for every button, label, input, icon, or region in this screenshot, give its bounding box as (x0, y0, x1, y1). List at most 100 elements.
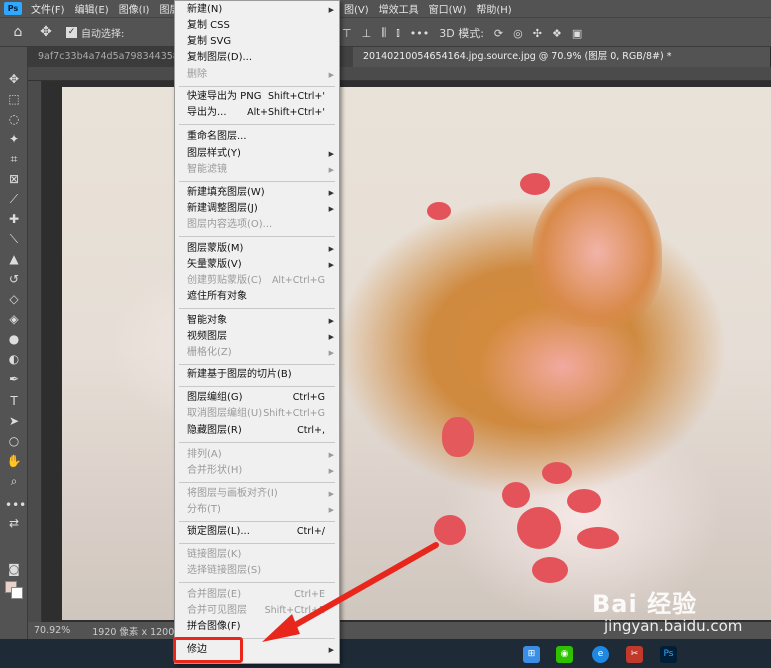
menu-item-select-linked-layers[interactable]: 选择链接图层(S) (175, 563, 339, 579)
menu-item-quick-export-png[interactable]: 快速导出为 PNG Shift+Ctrl+' (175, 89, 339, 105)
menu-plugins[interactable]: 增效工具 (374, 1, 424, 16)
menu-view[interactable]: 图(V) (339, 1, 374, 16)
paw-pad (434, 515, 466, 545)
menu-image[interactable]: 图像(I) (114, 1, 155, 16)
wechat-icon[interactable]: ◉ (556, 646, 573, 663)
watermark-domain: jingyan.baidu.com (604, 617, 743, 635)
align-top-icon[interactable]: ⊤ (342, 27, 352, 40)
menu-window[interactable]: 窗口(W) (424, 1, 472, 16)
kitten-ear (532, 177, 662, 327)
menu-item-layer-style[interactable]: 图层样式(Y) ▶ (175, 146, 339, 162)
3d-orbit-icon[interactable]: ⟳ (494, 27, 503, 40)
canvas-area[interactable] (42, 81, 771, 622)
menu-item-smart-object[interactable]: 智能对象 ▶ (175, 313, 339, 329)
menu-item-mask-all-objects[interactable]: 遮住所有对象 (175, 289, 339, 305)
menu-edit[interactable]: 编辑(E) (70, 1, 114, 16)
more-tools-icon[interactable]: ••• (5, 497, 26, 513)
healing-brush-icon[interactable]: ✚ (5, 211, 23, 227)
path-selection-icon[interactable]: ➤ (5, 413, 23, 429)
menu-separator (179, 543, 335, 544)
menu-item-lock-layers[interactable]: 锁定图层(L)... Ctrl+/ (175, 524, 339, 540)
clone-stamp-icon[interactable]: ▲ (5, 251, 23, 267)
menu-file[interactable]: 文件(F) (26, 1, 70, 16)
windows-start-icon[interactable]: ⊞ (523, 646, 540, 663)
distribute-v-icon[interactable]: ⫾ (396, 26, 400, 40)
quick-mask-icon[interactable]: ◙ (5, 561, 23, 577)
3d-roll-icon[interactable]: ◎ (513, 27, 523, 40)
move-tool-icon[interactable]: ✥ (38, 24, 54, 40)
frame-icon[interactable]: ⊠ (5, 171, 23, 187)
menu-help[interactable]: 帮助(H) (471, 1, 516, 16)
menu-item-align-to-artboard[interactable]: 将图层与画板对齐(I) ▶ (175, 486, 339, 502)
menu-item-vector-mask[interactable]: 矢量蒙版(V) ▶ (175, 257, 339, 273)
menu-item-export-as[interactable]: 导出为... Alt+Shift+Ctrl+' (175, 105, 339, 121)
move-icon[interactable]: ✥ (5, 71, 23, 87)
menu-item-duplicate-layer[interactable]: 复制图层(D)... (175, 50, 339, 66)
menu-item-video-layers[interactable]: 视频图层 ▶ (175, 329, 339, 345)
menu-item-link-layers[interactable]: 链接图层(K) (175, 547, 339, 563)
hand-icon[interactable]: ✋ (5, 453, 23, 469)
eyedropper-icon[interactable]: ⟋ (5, 191, 23, 207)
align-middle-icon[interactable]: ⊥ (362, 27, 372, 40)
tab-document-active[interactable]: 20140210054654164.jpg.source.jpg @ 70.9%… (353, 47, 771, 67)
3d-scale-icon[interactable]: ▣ (572, 27, 582, 40)
background-color-swatch[interactable] (11, 587, 23, 599)
menu-item-merge-visible[interactable]: 合并可见图层 Shift+Ctrl+E (175, 603, 339, 619)
menu-item-new-layer-based-slice[interactable]: 新建基于图层的切片(B) (175, 367, 339, 383)
menu-bar: Ps 文件(F) 编辑(E) 图像(I) 图层(L) 图(V) 增效工具 窗口(… (0, 0, 771, 17)
app-icon[interactable]: ✂ (626, 646, 643, 663)
3d-pan-icon[interactable]: ✣ (533, 27, 542, 40)
menu-item-flatten-image[interactable]: 拼合图像(F) (175, 619, 339, 635)
watermark-brand: Bai 经验 (592, 590, 698, 618)
menu-item-delete[interactable]: 删除 ▶ (175, 67, 339, 83)
menu-item-copy-svg[interactable]: 复制 SVG (175, 34, 339, 50)
dodge-icon[interactable]: ◐ (5, 351, 23, 367)
menu-item-layer-mask[interactable]: 图层蒙版(M) ▶ (175, 241, 339, 257)
menu-item-combine-shapes[interactable]: 合并形状(H) ▶ (175, 463, 339, 479)
blur-icon[interactable]: ● (5, 331, 23, 347)
auto-select-checkbox[interactable]: ✓ (66, 26, 77, 38)
photoshop-taskbar-icon[interactable]: Ps (660, 646, 677, 663)
horizontal-ruler (28, 67, 771, 81)
menu-item-rasterize[interactable]: 栅格化(Z) ▶ (175, 345, 339, 361)
swap-colors-icon[interactable]: ⇄ (5, 515, 23, 531)
gradient-icon[interactable]: ◈ (5, 311, 23, 327)
menu-item-arrange[interactable]: 排列(A) ▶ (175, 447, 339, 463)
kitten-photo (62, 87, 771, 620)
auto-select-label: 自动选择: (81, 28, 125, 40)
menu-item-merge-layers[interactable]: 合并图层(E) Ctrl+E (175, 587, 339, 603)
menu-item-smart-filter[interactable]: 智能滤镜 ▶ (175, 162, 339, 178)
lasso-icon[interactable]: ◌ (5, 111, 23, 127)
menu-item-rename-layer[interactable]: 重命名图层... (175, 129, 339, 145)
kitten-nose (442, 417, 474, 457)
menu-item-distribute[interactable]: 分布(T) ▶ (175, 502, 339, 518)
more-options-icon[interactable]: ••• (410, 27, 429, 40)
zoom-icon[interactable]: ⌕ (5, 473, 23, 489)
marquee-icon[interactable]: ⬚ (5, 91, 23, 107)
3d-slide-icon[interactable]: ❖ (552, 27, 562, 40)
menu-item-hide-layers[interactable]: 隐藏图层(R) Ctrl+, (175, 423, 339, 439)
edge-browser-icon[interactable]: e (592, 646, 609, 663)
menu-separator (179, 181, 335, 182)
menu-item-group-layers[interactable]: 图层编组(G) Ctrl+G (175, 390, 339, 406)
menu-separator (179, 482, 335, 483)
history-brush-icon[interactable]: ↺ (5, 271, 23, 287)
zoom-level[interactable]: 70.92% (34, 625, 70, 636)
ellipse-icon[interactable]: ○ (5, 433, 23, 449)
menu-item-new-fill-layer[interactable]: 新建填充图层(W) ▶ (175, 185, 339, 201)
menu-item-create-clipping-mask[interactable]: 创建剪贴蒙版(C) Alt+Ctrl+G (175, 273, 339, 289)
menu-item-layer-content-options[interactable]: 图层内容选项(O)... (175, 217, 339, 233)
brush-icon[interactable]: ⟍ (5, 231, 23, 247)
menu-item-ungroup-layers[interactable]: 取消图层编组(U) Shift+Ctrl+G (175, 406, 339, 422)
crop-icon[interactable]: ⌗ (5, 151, 23, 167)
menu-item-new-adjustment-layer[interactable]: 新建调整图层(J) ▶ (175, 201, 339, 217)
menu-item-new[interactable]: 新建(N) ▶ (175, 2, 339, 18)
type-icon[interactable]: T (5, 393, 23, 409)
menu-separator (179, 308, 335, 309)
menu-item-copy-css[interactable]: 复制 CSS (175, 18, 339, 34)
distribute-icon[interactable]: ⫼ (381, 26, 386, 40)
home-icon[interactable]: ⌂ (10, 24, 26, 40)
magic-wand-icon[interactable]: ✦ (5, 131, 23, 147)
pen-icon[interactable]: ✒ (5, 371, 23, 387)
eraser-icon[interactable]: ◇ (5, 291, 23, 307)
